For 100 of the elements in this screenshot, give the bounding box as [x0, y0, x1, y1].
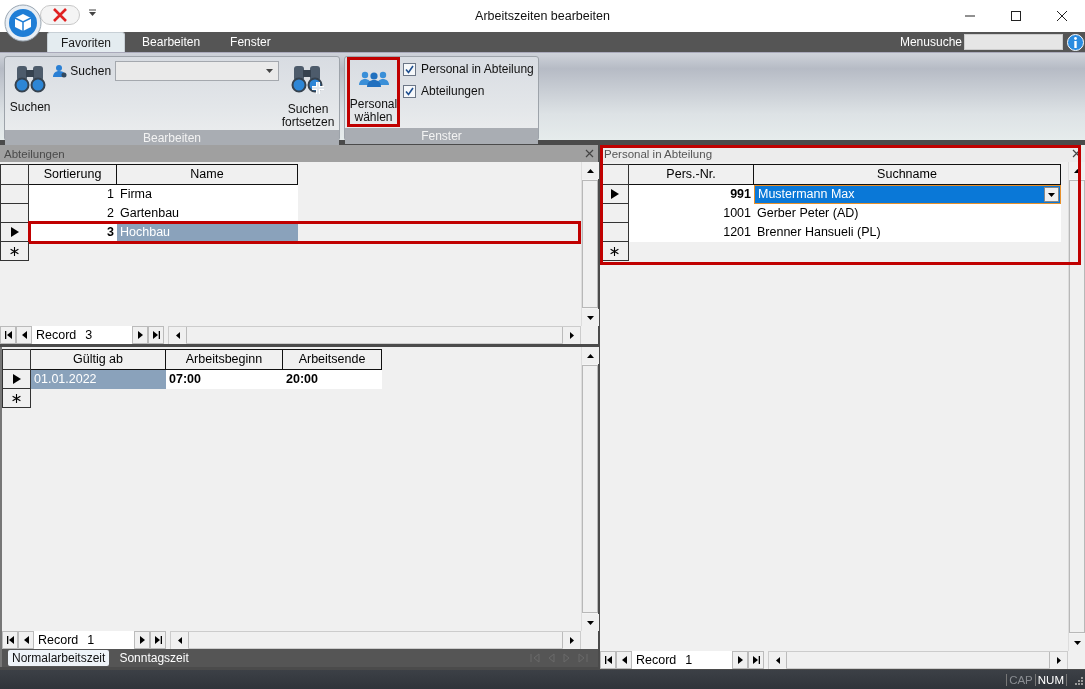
table-cell[interactable]: Brenner Hansueli (PL): [754, 223, 1061, 242]
record-number-field[interactable]: 1: [682, 651, 733, 669]
close-icon: [52, 8, 68, 22]
scroll-thumb[interactable]: [186, 327, 563, 343]
last-icon: [154, 636, 162, 644]
horizontal-scrollbar[interactable]: [768, 651, 1068, 669]
up-arrow-icon: [1074, 168, 1081, 173]
last-icon: [152, 331, 160, 339]
table-cell: 991: [629, 185, 754, 204]
previous-icon: [620, 656, 628, 664]
close-icon: [1072, 149, 1081, 158]
dropdown-button[interactable]: [1044, 187, 1059, 202]
dropdown-arrow-icon: [1048, 192, 1055, 197]
last-record-button[interactable]: [148, 326, 165, 344]
customize-toolbar-icon[interactable]: [89, 9, 96, 17]
table-cell: 20:00: [283, 370, 382, 389]
pane-title: Abteilungen: [4, 147, 65, 160]
right-arrow-icon: [1056, 657, 1061, 664]
record-number-field[interactable]: 3: [82, 326, 133, 344]
column-header[interactable]: Arbeitsbeginn: [166, 349, 283, 370]
down-arrow-icon: [1074, 640, 1081, 645]
horizontal-scrollbar[interactable]: [170, 631, 581, 649]
first-record-button[interactable]: [2, 631, 18, 649]
table-cell[interactable]: Gerber Peter (AD): [754, 204, 1061, 223]
select-staff-button[interactable]: Personal wählen: [347, 57, 400, 127]
table-cell: 1: [29, 185, 117, 204]
ribbon-tab[interactable]: Bearbeiten: [129, 32, 214, 52]
column-header[interactable]: Pers.-Nr.: [629, 164, 754, 185]
pane-title: Personal in Abteilung: [604, 147, 713, 160]
first-icon: [6, 636, 14, 644]
column-header[interactable]: Arbeitsende: [283, 349, 382, 370]
next-record-button[interactable]: [132, 326, 149, 344]
first-record-button[interactable]: [600, 651, 616, 669]
close-button[interactable]: [1072, 149, 1081, 158]
record-selector[interactable]: [0, 185, 29, 204]
last-record-button[interactable]: [150, 631, 167, 649]
record-number-field[interactable]: 1: [84, 631, 135, 649]
asterisk-icon: [610, 246, 619, 256]
new-record-selector[interactable]: [2, 389, 31, 408]
resize-grip-icon[interactable]: [1073, 674, 1083, 685]
status-indicator: NUM: [1034, 673, 1067, 686]
current-record-icon: [12, 374, 21, 384]
left-arrow-icon: [175, 332, 180, 339]
previous-record-button[interactable]: [616, 651, 632, 669]
user-icon: [53, 64, 68, 78]
previous-icon: [20, 331, 28, 339]
info-icon[interactable]: [1067, 33, 1084, 51]
horizontal-scrollbar[interactable]: [168, 326, 581, 344]
binoculars-icon: [14, 63, 47, 93]
form-tab[interactable]: Sonntagszeit: [115, 650, 193, 666]
search-button[interactable]: Suchen: [7, 58, 54, 129]
first-icon: [4, 331, 12, 339]
asterisk-icon: [10, 246, 19, 256]
scroll-thumb[interactable]: [1069, 180, 1085, 633]
previous-record-button[interactable]: [16, 326, 32, 344]
continue-search-button[interactable]: Suchen fortsetzen: [279, 58, 337, 129]
new-record-selector[interactable]: [0, 242, 29, 261]
close-button[interactable]: [585, 149, 594, 158]
column-header[interactable]: Sortierung: [29, 164, 117, 185]
current-record-icon: [610, 189, 619, 199]
menu-search-field[interactable]: [964, 34, 1063, 50]
ribbon-tab[interactable]: Favoriten: [47, 32, 126, 52]
group-label: Bearbeiten: [5, 130, 339, 146]
first-icon: [604, 656, 612, 664]
close-icon: [1056, 10, 1068, 22]
ribbon-tab[interactable]: Fenster: [217, 32, 284, 52]
binoculars-plus-icon: [291, 63, 326, 95]
menu-search-label: Menusuche: [899, 35, 962, 49]
checkbox[interactable]: [403, 62, 416, 76]
last-icon: [752, 656, 760, 664]
first-record-button[interactable]: [0, 326, 16, 344]
record-label: Record: [34, 631, 85, 649]
previous-record-button[interactable]: [18, 631, 34, 649]
previous-icon: [22, 636, 30, 644]
close-quick-button[interactable]: [40, 5, 80, 25]
checkbox[interactable]: [403, 84, 416, 98]
dropdown-arrow-icon: [266, 69, 274, 73]
lookup-field[interactable]: Mustermann Max: [754, 185, 1061, 204]
group-label: Fenster: [345, 128, 538, 144]
status-indicator: CAP: [1006, 673, 1035, 686]
window-title: Arbeitszeiten bearbeiten: [474, 9, 611, 23]
record-selector[interactable]: [0, 223, 29, 242]
form-tab[interactable]: Normalarbeitszeit: [8, 650, 110, 666]
next-icon: [736, 656, 744, 664]
last-record-button[interactable]: [748, 651, 765, 669]
record-selector[interactable]: [0, 204, 29, 223]
next-record-button[interactable]: [134, 631, 151, 649]
up-arrow-icon: [587, 168, 594, 173]
next-record-button[interactable]: [732, 651, 749, 669]
scroll-thumb[interactable]: [582, 365, 598, 613]
record-selector[interactable]: [2, 370, 31, 389]
scroll-thumb[interactable]: [786, 652, 1050, 668]
scroll-thumb[interactable]: [582, 180, 598, 308]
asterisk-icon: [12, 393, 21, 403]
scroll-thumb[interactable]: [188, 632, 563, 648]
column-header[interactable]: Suchname: [754, 164, 1061, 185]
column-header[interactable]: Gültig ab: [31, 349, 166, 370]
column-header[interactable]: Name: [117, 164, 298, 185]
down-arrow-icon: [587, 315, 594, 320]
checkmark-icon: [405, 86, 414, 96]
